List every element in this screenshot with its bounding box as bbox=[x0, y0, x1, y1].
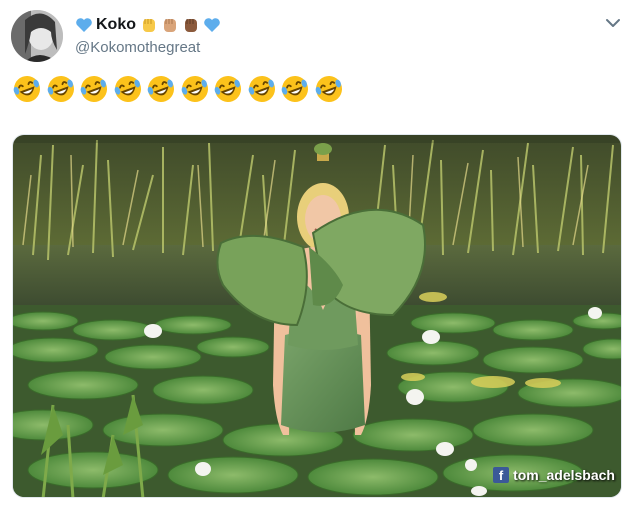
rolling-on-floor-laughing-icon bbox=[113, 74, 143, 104]
tweet-header: Koko @Kokomothegreat bbox=[75, 14, 224, 56]
rolling-on-floor-laughing-icon bbox=[79, 74, 109, 104]
rolling-on-floor-laughing-icon bbox=[213, 74, 243, 104]
watermark-text: tom_adelsbach bbox=[513, 467, 615, 483]
pond-photo bbox=[13, 135, 621, 497]
chevron-down-icon[interactable] bbox=[602, 14, 624, 32]
rolling-on-floor-laughing-icon bbox=[314, 74, 344, 104]
raised-fist-icon bbox=[182, 16, 200, 34]
raised-fist-icon bbox=[140, 16, 158, 34]
blue-heart-icon bbox=[75, 16, 93, 34]
media-watermark: f tom_adelsbach bbox=[493, 467, 615, 483]
tweet-card: Koko @Kokomothegreat f tom_adelsbach bbox=[0, 0, 634, 508]
user-handle[interactable]: @Kokomothegreat bbox=[75, 39, 224, 56]
rolling-on-floor-laughing-icon bbox=[146, 74, 176, 104]
facebook-icon: f bbox=[493, 467, 510, 483]
display-name[interactable]: Koko bbox=[96, 16, 136, 34]
tweet-text bbox=[12, 74, 347, 104]
blue-heart-icon bbox=[203, 16, 221, 34]
tweet-image[interactable]: f tom_adelsbach bbox=[12, 134, 622, 498]
name-row: Koko bbox=[75, 14, 224, 36]
rolling-on-floor-laughing-icon bbox=[247, 74, 277, 104]
avatar[interactable] bbox=[11, 10, 63, 62]
raised-fist-icon bbox=[161, 16, 179, 34]
rolling-on-floor-laughing-icon bbox=[180, 74, 210, 104]
rolling-on-floor-laughing-icon bbox=[280, 74, 310, 104]
rolling-on-floor-laughing-icon bbox=[12, 74, 42, 104]
rolling-on-floor-laughing-icon bbox=[46, 74, 76, 104]
